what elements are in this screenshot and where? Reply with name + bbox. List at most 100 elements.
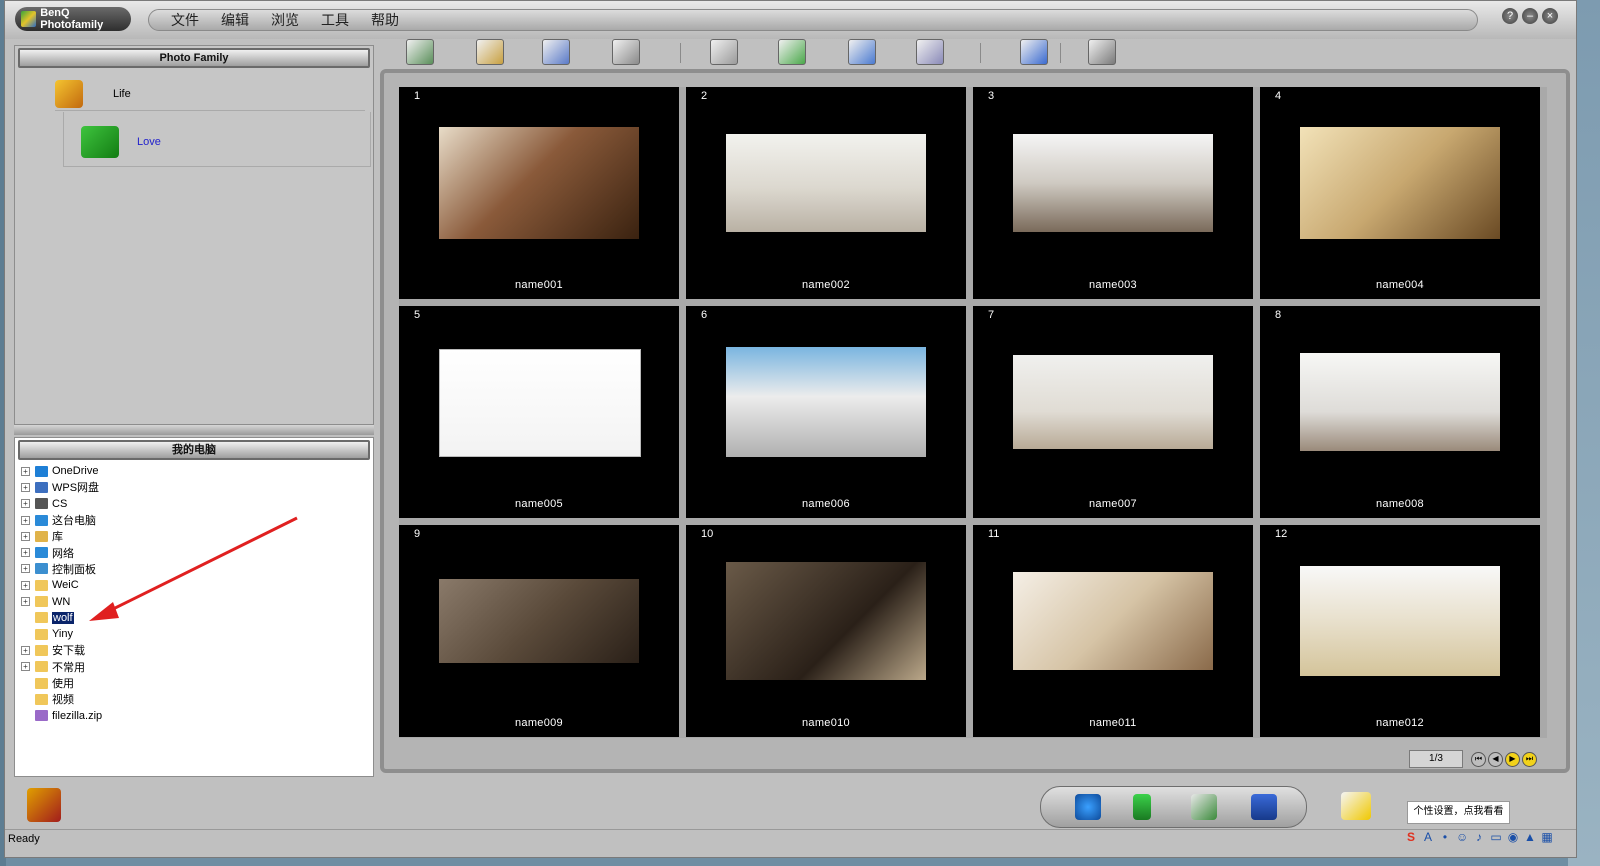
zip-icon bbox=[35, 710, 48, 722]
expand-icon[interactable]: + bbox=[21, 482, 30, 492]
photo-cell[interactable]: 3 name003 bbox=[973, 87, 1253, 299]
ime-skin-icon[interactable]: ▲ bbox=[1524, 830, 1536, 844]
prev-page-button[interactable]: ◀ bbox=[1488, 752, 1503, 767]
panel-splitter[interactable] bbox=[14, 425, 374, 435]
tree-item-14[interactable]: 视频 bbox=[21, 691, 102, 707]
expand-icon[interactable]: + bbox=[21, 580, 30, 590]
expand-icon[interactable]: + bbox=[21, 531, 30, 541]
tree-item-label: 视频 bbox=[52, 694, 74, 707]
expand-icon[interactable]: + bbox=[21, 662, 30, 672]
photo-cell[interactable]: 1 name001 bbox=[399, 87, 679, 299]
grid-view-icon[interactable] bbox=[1088, 39, 1116, 65]
network-icon bbox=[35, 547, 48, 559]
ime-punct-icon[interactable]: • bbox=[1439, 830, 1451, 844]
app-window: BenQ Photofamily 文件 编辑 浏览 工具 帮助 ? – × Ph… bbox=[4, 0, 1577, 858]
ime-keyboard-icon[interactable]: ▭ bbox=[1490, 830, 1502, 844]
photo-thumbnail[interactable] bbox=[439, 349, 641, 457]
sogou-ime-icon[interactable]: S bbox=[1405, 830, 1417, 844]
photo-cell[interactable]: 7 name007 bbox=[973, 306, 1253, 518]
photo-thumbnail[interactable] bbox=[1300, 127, 1500, 239]
ime-apps-icon[interactable]: ▦ bbox=[1541, 830, 1553, 844]
tree-item-1[interactable]: + WPS网盘 bbox=[21, 479, 102, 495]
photo-thumbnail[interactable] bbox=[1013, 134, 1213, 232]
photo-cell[interactable]: 4 name004 bbox=[1260, 87, 1540, 299]
photo-number: 8 bbox=[1275, 309, 1282, 321]
expand-icon[interactable]: + bbox=[21, 645, 30, 655]
ime-emoji-icon[interactable]: ☺ bbox=[1456, 830, 1468, 844]
fax-icon[interactable] bbox=[1251, 794, 1277, 820]
album-life[interactable]: Life bbox=[55, 80, 131, 108]
menu-edit[interactable]: 编辑 bbox=[221, 10, 249, 30]
albums-panel-header: Photo Family bbox=[18, 48, 370, 68]
menu-file[interactable]: 文件 bbox=[171, 10, 199, 30]
photo-cell[interactable]: 2 name002 bbox=[686, 87, 966, 299]
photo-thumbnail[interactable] bbox=[1300, 566, 1500, 676]
page-indicator: 1/3 bbox=[1409, 750, 1463, 768]
view-icon[interactable] bbox=[848, 39, 876, 65]
import-photo-icon[interactable] bbox=[406, 39, 434, 65]
tree-item-label: 安下载 bbox=[52, 645, 85, 658]
tree-item-15[interactable]: filezilla.zip bbox=[21, 707, 102, 723]
menu-help[interactable]: 帮助 bbox=[371, 10, 399, 30]
expand-icon[interactable]: + bbox=[21, 499, 30, 509]
tree-item-11[interactable]: + 安下载 bbox=[21, 642, 102, 658]
search-lens-icon[interactable] bbox=[1020, 39, 1048, 65]
help-button[interactable]: ? bbox=[1502, 8, 1518, 24]
tree-item-0[interactable]: + OneDrive bbox=[21, 463, 102, 479]
tree-item-10[interactable]: Yiny bbox=[21, 626, 102, 642]
next-page-button[interactable]: ▶ bbox=[1505, 752, 1520, 767]
red-arrow-annotation bbox=[89, 516, 298, 621]
calculator-icon[interactable] bbox=[916, 39, 944, 65]
scanner-icon[interactable] bbox=[542, 39, 570, 65]
album-book-icon bbox=[81, 126, 119, 158]
folder-icon bbox=[35, 661, 48, 673]
tree-item-label: WN bbox=[52, 595, 71, 608]
first-page-button[interactable]: ⏮ bbox=[1471, 752, 1486, 767]
expand-icon[interactable]: + bbox=[21, 466, 30, 476]
tree-item-13[interactable]: 使用 bbox=[21, 675, 102, 691]
photo-thumbnail[interactable] bbox=[1013, 572, 1213, 670]
edit-paint-icon[interactable] bbox=[1341, 792, 1371, 820]
expand-icon[interactable]: + bbox=[21, 548, 30, 558]
photo-thumbnail[interactable] bbox=[726, 562, 926, 680]
folder-icon bbox=[35, 628, 48, 640]
photo-cell[interactable]: 8 name008 bbox=[1260, 306, 1540, 518]
expand-icon[interactable]: + bbox=[21, 597, 30, 607]
folder-icon bbox=[35, 644, 48, 656]
photo-thumbnail[interactable] bbox=[1013, 355, 1213, 449]
photo-cell[interactable]: 11 name011 bbox=[973, 525, 1253, 737]
photo-thumbnail[interactable] bbox=[439, 127, 639, 239]
photo-thumbnail[interactable] bbox=[726, 134, 926, 232]
album-love[interactable]: Love bbox=[81, 126, 161, 158]
email-photo-icon[interactable] bbox=[1191, 794, 1217, 820]
photo-cell[interactable]: 6 name006 bbox=[686, 306, 966, 518]
map-icon[interactable] bbox=[778, 39, 806, 65]
photo-cell[interactable]: 12 name012 bbox=[1260, 525, 1540, 737]
last-page-button[interactable]: ⏭ bbox=[1522, 752, 1537, 767]
title-bar: BenQ Photofamily 文件 编辑 浏览 工具 帮助 ? – × bbox=[5, 1, 1576, 39]
album-love-label: Love bbox=[137, 136, 161, 148]
ime-mode-icon[interactable]: A bbox=[1422, 830, 1434, 844]
globe-icon[interactable] bbox=[1075, 794, 1101, 820]
minimize-button[interactable]: – bbox=[1522, 8, 1538, 24]
expand-icon[interactable]: + bbox=[21, 515, 30, 525]
ime-mic-icon[interactable]: ♪ bbox=[1473, 830, 1485, 844]
phone-icon[interactable] bbox=[1133, 794, 1151, 820]
photo-cell[interactable]: 9 name009 bbox=[399, 525, 679, 737]
expand-icon[interactable]: + bbox=[21, 564, 30, 574]
app-logo[interactable]: BenQ Photofamily bbox=[15, 7, 131, 31]
photo-thumbnail[interactable] bbox=[1300, 353, 1500, 451]
save-disk-icon[interactable] bbox=[612, 39, 640, 65]
print-icon[interactable] bbox=[710, 39, 738, 65]
ime-user-icon[interactable]: ◉ bbox=[1507, 830, 1519, 844]
menu-browse[interactable]: 浏览 bbox=[271, 10, 299, 30]
close-button[interactable]: × bbox=[1542, 8, 1558, 24]
menu-tools[interactable]: 工具 bbox=[321, 10, 349, 30]
photo-thumbnail[interactable] bbox=[726, 347, 926, 457]
film-roll-icon[interactable] bbox=[27, 788, 61, 822]
tree-item-12[interactable]: + 不常用 bbox=[21, 659, 102, 675]
album-icon[interactable] bbox=[476, 39, 504, 65]
photo-cell[interactable]: 5 name005 bbox=[399, 306, 679, 518]
photo-thumbnail[interactable] bbox=[439, 579, 639, 663]
photo-cell[interactable]: 10 name010 bbox=[686, 525, 966, 737]
